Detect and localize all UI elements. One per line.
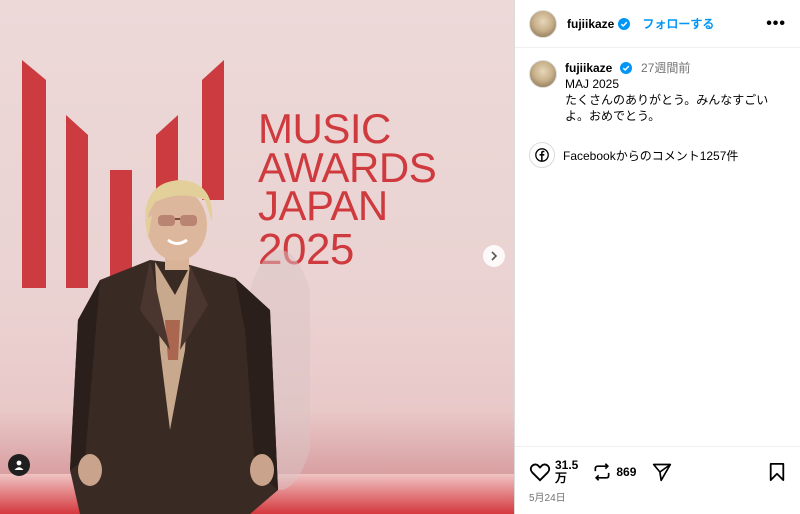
bookmark-icon [769,463,785,481]
event-title-line: MUSIC [258,105,391,152]
post-header: fujiikaze フォローする ••• [515,0,800,48]
caption-body: fujiikaze 27週間前 MAJ 2025 たくさんのありがとう。みんなす… [565,60,768,124]
next-media-button[interactable] [483,245,505,267]
facebook-comments-link[interactable]: Facebookからのコメント1257件 [515,124,800,168]
share-button[interactable] [652,462,672,482]
caption-text: たくさんのありがとう。みんなすごい よ。おめでとう。 [565,93,769,123]
repost-count[interactable]: 869 [616,466,636,478]
like-count-unit: 万 [555,471,568,485]
post-modal: MUSIC AWARDS JAPAN 2025 fujiikaze フォローする… [0,0,800,514]
person-photo [70,180,310,514]
user-tags-button[interactable] [8,454,30,476]
post-time[interactable]: 27週間前 [641,61,690,75]
verified-icon [619,62,632,74]
share-icon [653,463,672,482]
user-tag-icon [14,460,24,470]
chevron-right-icon [491,251,498,261]
caption-username[interactable]: fujiikaze [565,61,612,75]
post-date[interactable]: 5月24日 [529,489,786,504]
caption-text-line: MAJ 2025 [565,77,620,91]
repost-button[interactable]: 869 [592,462,636,482]
action-bar: 31.5 万 869 5月24日 [515,446,800,504]
facebook-comments-label: Facebookからのコメント1257件 [563,148,739,163]
facebook-icon [529,142,555,168]
post-media[interactable]: MUSIC AWARDS JAPAN 2025 [0,0,514,514]
avatar[interactable] [529,9,557,38]
more-icon[interactable]: ••• [766,15,786,33]
heart-icon [529,463,551,482]
like-count[interactable]: 31.5 万 [555,459,578,485]
follow-button[interactable]: フォローする [642,15,714,32]
like-button[interactable]: 31.5 万 [529,459,578,485]
avatar[interactable] [529,60,557,88]
verified-icon [618,17,631,30]
caption-head: fujiikaze 27週間前 [565,60,768,76]
repost-icon [594,463,610,481]
action-row: 31.5 万 869 [529,457,786,487]
save-button[interactable] [768,462,786,482]
caption: fujiikaze 27週間前 MAJ 2025 たくさんのありがとう。みんなす… [515,48,800,124]
post-panel: fujiikaze フォローする ••• fujiikaze 27週間前 MAJ… [514,0,800,514]
username-link[interactable]: fujiikaze [567,17,614,31]
